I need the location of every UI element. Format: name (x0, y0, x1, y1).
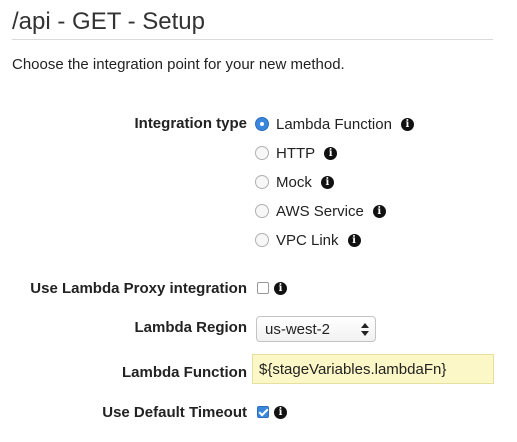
info-icon[interactable]: i (274, 405, 287, 419)
radio-button[interactable] (255, 233, 269, 247)
radio-option-aws-service[interactable]: AWS Service i (255, 201, 386, 221)
radio-button[interactable] (255, 204, 269, 218)
lambda-region-label: Lambda Region (134, 319, 247, 336)
radio-button[interactable] (255, 146, 269, 160)
radio-label-mock[interactable]: Mock (276, 174, 312, 191)
default-timeout-label: Use Default Timeout (102, 404, 247, 421)
lambda-proxy-control: i (257, 278, 287, 298)
lambda-proxy-label: Use Lambda Proxy integration (30, 280, 247, 297)
title-divider (12, 39, 493, 40)
info-icon[interactable]: i (324, 146, 338, 160)
radio-option-vpc-link[interactable]: VPC Link i (255, 230, 361, 250)
radio-option-mock[interactable]: Mock i (255, 172, 334, 192)
lambda-function-input[interactable] (252, 354, 494, 384)
default-timeout-control: i (257, 402, 287, 422)
lambda-proxy-checkbox[interactable] (257, 282, 269, 294)
lambda-function-label: Lambda Function (122, 364, 247, 381)
integration-type-label: Integration type (134, 115, 247, 132)
radio-label-vpc-link[interactable]: VPC Link (276, 232, 339, 249)
lambda-region-select[interactable]: us-west-2 (256, 316, 376, 342)
select-arrows-icon (361, 321, 369, 337)
radio-option-lambda-function[interactable]: Lambda Function i (255, 114, 414, 134)
info-icon[interactable]: i (372, 204, 386, 218)
radio-label-http[interactable]: HTTP (276, 145, 315, 162)
lambda-region-value: us-west-2 (265, 320, 331, 338)
radio-option-http[interactable]: HTTP i (255, 143, 338, 163)
info-icon[interactable]: i (320, 175, 334, 189)
info-icon[interactable]: i (400, 117, 414, 131)
radio-label-lambda-function[interactable]: Lambda Function (276, 116, 392, 133)
default-timeout-checkbox[interactable] (257, 406, 269, 418)
info-icon[interactable]: i (274, 281, 287, 295)
radio-button[interactable] (255, 175, 269, 189)
info-icon[interactable]: i (347, 233, 361, 247)
radio-button-selected[interactable] (255, 117, 269, 131)
radio-label-aws-service[interactable]: AWS Service (276, 203, 364, 220)
intro-text: Choose the integration point for your ne… (12, 56, 345, 73)
page-title: /api - GET - Setup (12, 8, 205, 35)
